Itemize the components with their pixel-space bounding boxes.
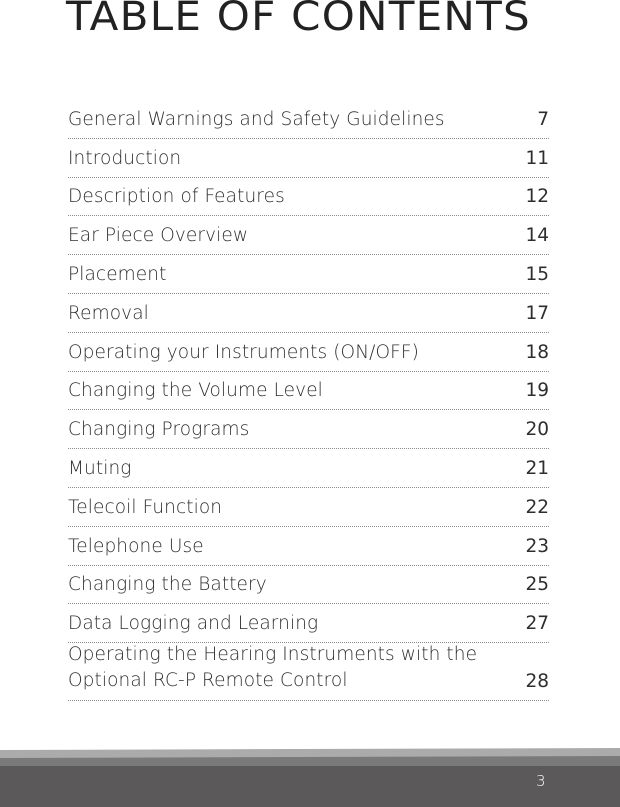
toc-entry-title: Data Logging and Learning — [68, 613, 319, 635]
toc-entry[interactable]: Telephone Use 23 — [68, 527, 549, 566]
toc-entry-title: Introduction — [68, 147, 182, 169]
toc-entry-page: 11 — [525, 147, 549, 169]
toc-entry-title: Operating the Hearing Instruments with t… — [68, 644, 478, 692]
table-of-contents: General Warnings and Safety Guidelines 7… — [68, 100, 549, 702]
toc-entry-page: 28 — [525, 671, 549, 693]
toc-entry[interactable]: Operating the Hearing Instruments with t… — [68, 643, 549, 702]
toc-entry-page: 12 — [525, 186, 549, 208]
toc-entry-page: 21 — [525, 457, 549, 479]
toc-entry-title: Muting — [68, 457, 132, 479]
toc-entry-page: 14 — [525, 225, 549, 247]
toc-entry[interactable]: Changing Programs 20 — [68, 410, 549, 450]
toc-entry[interactable]: Muting 21 — [68, 449, 549, 488]
page-title: TABLE OF CONTENTS — [66, 0, 531, 40]
toc-entry-title: Telecoil Function — [68, 496, 223, 518]
toc-entry[interactable]: Removal 17 — [68, 294, 549, 333]
toc-entry[interactable]: Operating your Instruments (ON/OFF) 18 — [68, 333, 549, 372]
toc-entry-title: Ear Piece Overview — [68, 225, 249, 247]
toc-entry[interactable]: Changing the Volume Level 19 — [68, 372, 549, 411]
page-footer: 3 — [0, 746, 620, 807]
toc-entry-title: Telephone Use — [68, 535, 204, 557]
toc-entry-title: Changing Programs — [68, 419, 250, 441]
toc-entry-page: 27 — [525, 613, 549, 635]
toc-entry[interactable]: Introduction 11 — [68, 139, 549, 178]
page-number: 3 — [536, 772, 546, 790]
toc-entry-page: 19 — [525, 380, 549, 402]
footer-band-dark — [0, 766, 620, 807]
toc-entry[interactable]: Description of Features 12 — [68, 178, 549, 217]
toc-entry-page: 7 — [537, 108, 549, 130]
toc-entry[interactable]: Ear Piece Overview 14 — [68, 216, 549, 256]
toc-entry[interactable]: Changing the Battery 25 — [68, 566, 549, 605]
toc-entry-page: 17 — [525, 302, 549, 324]
toc-entry-page: 18 — [525, 341, 549, 363]
toc-entry-title: Description of Features — [68, 186, 285, 208]
toc-entry-title: General Warnings and Safety Guidelines — [68, 108, 445, 130]
toc-entry[interactable]: General Warnings and Safety Guidelines 7 — [68, 100, 549, 139]
toc-entry-title: Changing the Volume Level — [68, 380, 323, 402]
toc-entry-page: 25 — [525, 574, 549, 596]
toc-entry-page: 15 — [525, 263, 549, 285]
toc-entry-title: Changing the Battery — [68, 574, 267, 596]
toc-entry[interactable]: Data Logging and Learning 27 — [68, 604, 549, 644]
toc-entry-page: 22 — [525, 496, 549, 518]
toc-entry[interactable]: Telecoil Function 22 — [68, 488, 549, 527]
toc-entry-page: 20 — [525, 419, 549, 441]
toc-entry-title: Removal — [68, 302, 149, 324]
toc-entry-page: 23 — [525, 535, 549, 557]
toc-entry-title: Placement — [68, 263, 167, 285]
toc-entry[interactable]: Placement 15 — [68, 255, 549, 294]
toc-entry-title: Operating your Instruments (ON/OFF) — [68, 341, 419, 363]
